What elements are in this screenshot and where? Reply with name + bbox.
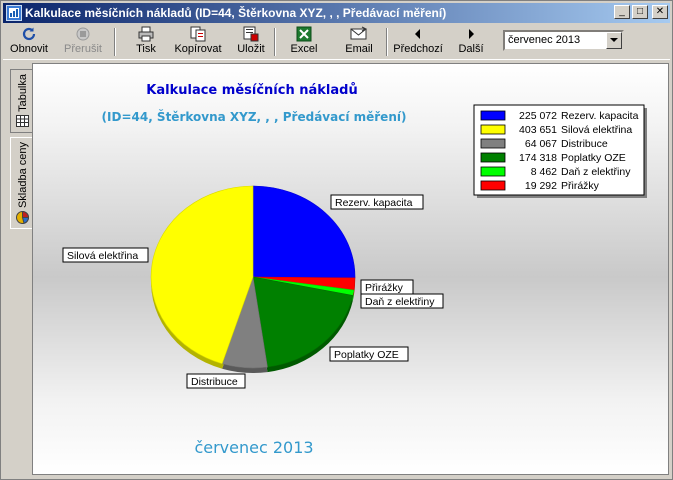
save-button[interactable]: Uložit	[234, 26, 268, 58]
legend-swatch	[480, 110, 506, 121]
legend-swatch	[480, 138, 506, 149]
side-tab-strip: Tabulka Skladba ceny	[5, 63, 34, 475]
legend-entry-silova-elektrina: 403 651 Silová elektřina	[480, 124, 632, 136]
refresh-icon	[20, 26, 38, 42]
toolbar: Obnovit Přerušit Tisk Kopírovat Uložit E…	[3, 24, 670, 60]
legend-swatch	[480, 152, 506, 163]
pie-label-prirazky: Přirážky	[360, 279, 414, 295]
chart-footer: červenec 2013	[194, 438, 313, 457]
chart-title: Kalkulace měsíčních nákladů	[146, 83, 357, 98]
print-button[interactable]: Tisk	[129, 26, 163, 58]
chart-panel: Kalkulace měsíčních nákladů (ID=44, Štěr…	[32, 63, 669, 475]
legend-value: 403 651	[519, 124, 557, 136]
pie-label-text: Distribuce	[191, 376, 238, 388]
email-button[interactable]: Email	[342, 26, 376, 58]
legend-value: 174 318	[519, 152, 557, 164]
legend-label: Distribuce	[561, 138, 608, 150]
minimize-icon: _	[619, 6, 625, 17]
refresh-button[interactable]: Obnovit	[9, 26, 49, 58]
pie-chart: Kalkulace měsíčních nákladů (ID=44, Štěr…	[62, 83, 647, 457]
pie-label-dan-z-elektriny: Daň z elektřiny	[360, 293, 444, 309]
legend-entry-dan-z-elektriny: 8 462 Daň z elektřiny	[480, 166, 631, 178]
app-window: Kalkulace měsíčních nákladů (ID=44, Štěr…	[0, 0, 673, 480]
month-select[interactable]: červenec 2013	[503, 30, 624, 51]
window-title: Kalkulace měsíčních nákladů (ID=44, Štěr…	[25, 6, 447, 20]
excel-button[interactable]: Excel	[287, 26, 321, 58]
next-button[interactable]: Další	[454, 26, 488, 58]
chevron-down-icon[interactable]	[606, 32, 622, 49]
pie-label-rezerv-kapacita: Rezerv. kapacita	[330, 194, 424, 210]
save-icon	[242, 26, 260, 42]
maximize-button[interactable]: □	[632, 5, 648, 19]
minimize-button[interactable]: _	[614, 5, 630, 19]
excel-icon	[295, 26, 313, 42]
pie-label-silova-elektrina: Silová elektřina	[62, 247, 149, 263]
arrow-right-icon	[462, 26, 480, 42]
legend-entry-distribuce: 64 067 Distribuce	[480, 138, 608, 150]
previous-button[interactable]: Předchozí	[392, 26, 444, 58]
pie-label-text: Rezerv. kapacita	[335, 197, 413, 209]
legend-value: 64 067	[525, 138, 557, 150]
pie-label-text: Přirážky	[365, 282, 404, 294]
app-icon	[6, 5, 22, 21]
legend-swatch	[480, 180, 506, 191]
pie-label-text: Daň z elektřiny	[365, 296, 435, 308]
stop-button[interactable]: Přerušit	[61, 26, 105, 58]
pie-chart-icon	[16, 211, 30, 227]
pie-label-poplatky-oze: Poplatky OZE	[329, 346, 409, 362]
legend-label: Rezerv. kapacita	[561, 110, 639, 122]
pie-label-distribuce: Distribuce	[186, 373, 246, 389]
legend-label: Poplatky OZE	[561, 152, 626, 164]
legend-swatch	[480, 166, 506, 177]
legend-value: 225 072	[519, 110, 557, 122]
legend-entry-poplatky-oze: 174 318 Poplatky OZE	[480, 152, 626, 164]
tab-price-composition[interactable]: Skladba ceny	[10, 137, 34, 229]
legend-value: 19 292	[525, 180, 557, 192]
legend-label: Silová elektřina	[561, 124, 632, 136]
month-select-value: červenec 2013	[508, 34, 581, 46]
tab-table[interactable]: Tabulka	[10, 69, 34, 133]
arrow-left-icon	[409, 26, 427, 42]
legend-swatch	[480, 124, 506, 135]
legend-label: Daň z elektřiny	[561, 166, 631, 178]
copy-icon	[189, 26, 207, 42]
chart-legend: 225 072 Rezerv. kapacita 403 651 Silová ele…	[473, 104, 647, 198]
title-bar: Kalkulace měsíčních nákladů (ID=44, Štěr…	[3, 3, 670, 23]
stop-icon	[74, 26, 92, 42]
pie-label-text: Poplatky OZE	[334, 349, 399, 361]
close-icon: ✕	[655, 6, 665, 17]
pie-label-text: Silová elektřina	[67, 250, 138, 262]
pie-slices	[150, 185, 356, 369]
close-button[interactable]: ✕	[652, 5, 668, 19]
email-icon	[350, 26, 368, 42]
printer-icon	[137, 26, 155, 42]
maximize-icon: □	[636, 6, 644, 17]
legend-label: Přirážky	[561, 180, 600, 192]
table-icon	[16, 114, 29, 130]
chart-subtitle: (ID=44, Štěrkovna XYZ, , , Předávací měř…	[102, 109, 407, 124]
legend-value: 8 462	[531, 166, 557, 178]
legend-entry-prirazky: 19 292 Přirážky	[480, 180, 600, 192]
copy-button[interactable]: Kopírovat	[172, 26, 224, 58]
